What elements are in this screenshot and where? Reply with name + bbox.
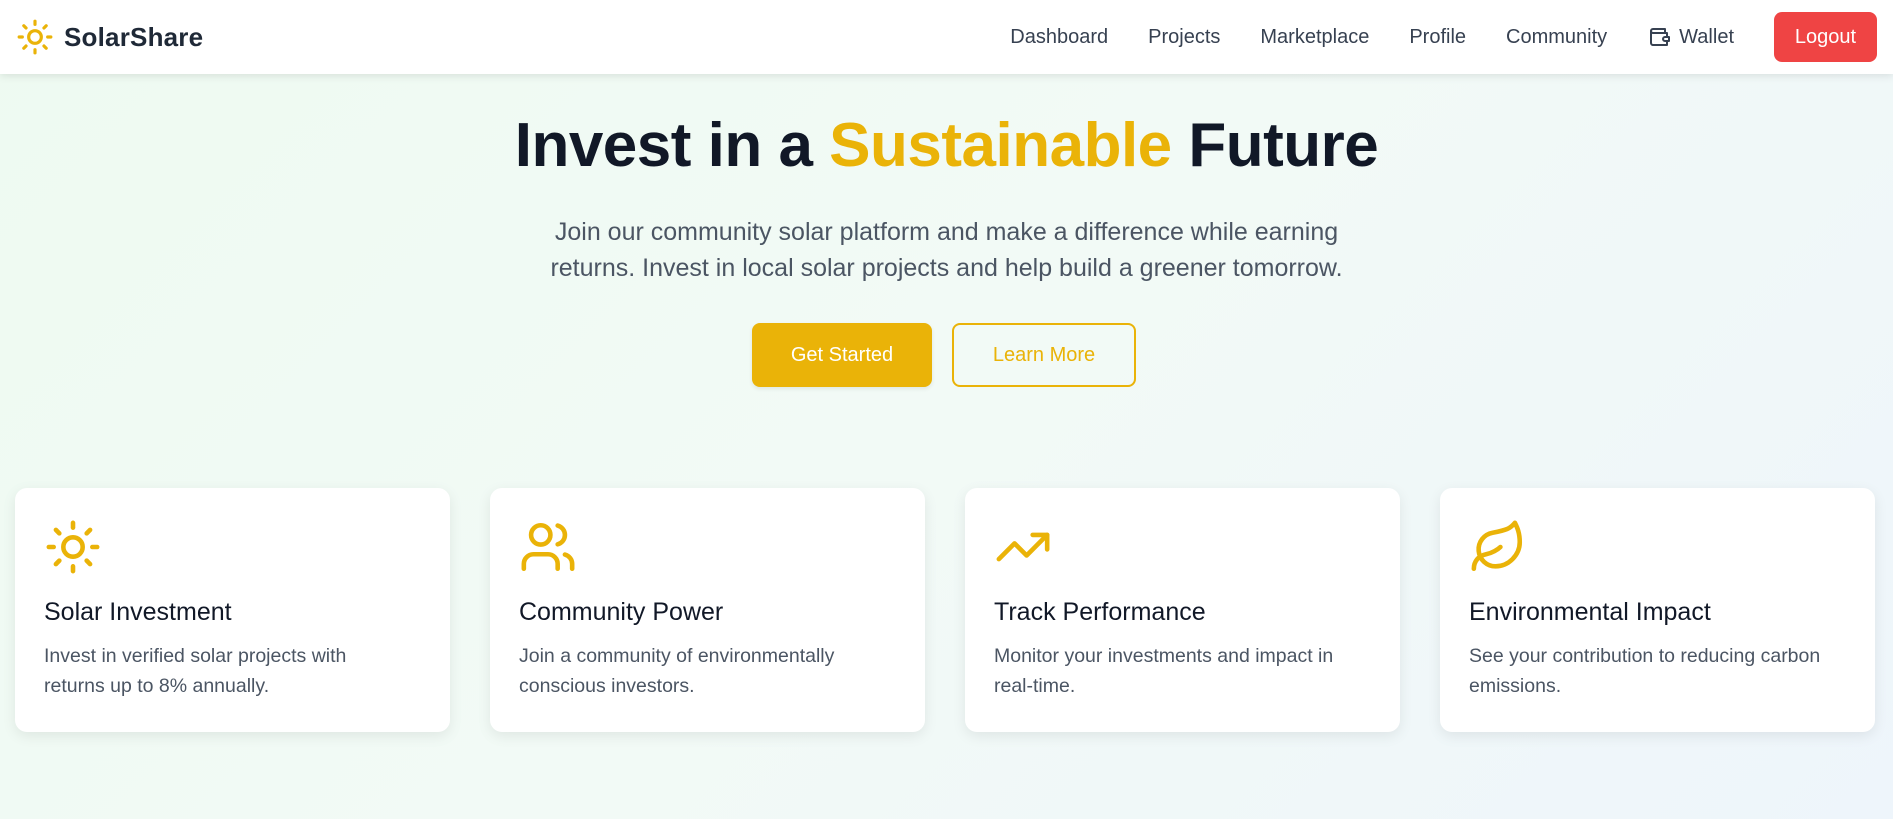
feature-description-line: emissions. [1469,675,1562,697]
hero-title-accent: Sustainable [829,111,1172,180]
feature-card-track-performance: Track Performance Monitor your investmen… [965,488,1400,732]
users-icon [519,518,577,576]
feature-description: Join a community of environmentally cons… [519,641,896,701]
feature-card-community-power: Community Power Join a community of envi… [490,488,925,732]
feature-description-line: real-time. [994,675,1076,697]
feature-description-line: Join a community of environmentally [519,645,835,667]
hero-title-start: Invest in a [514,111,830,180]
feature-description-line: See your contribution to reducing carbon [1469,645,1821,667]
feature-description-line: conscious investors. [519,675,695,697]
feature-title: Community Power [519,598,724,626]
nav-link-profile[interactable]: Profile [1389,0,1486,74]
nav-link-community[interactable]: Community [1486,0,1627,74]
feature-title: Environmental Impact [1469,598,1711,626]
feature-cards: Solar Investment Invest in verified sola… [15,488,1875,732]
feature-description: Monitor your investments and impact in r… [994,641,1371,701]
nav-link-marketplace[interactable]: Marketplace [1240,0,1389,74]
hero-cta-group: Get Started Learn More [752,323,1136,387]
nav-link-wallet-label: Wallet [1679,25,1734,48]
brand[interactable]: SolarShare [16,18,203,56]
nav-link-dashboard[interactable]: Dashboard [990,0,1128,74]
leaf-icon [1469,518,1527,576]
hero-subtitle-line-2: returns. Invest in local solar projects … [550,254,1343,282]
hero-subtitle: Join our community solar platform and ma… [0,214,1893,286]
page: SolarShare Dashboard Projects Marketplac… [0,0,1893,819]
nav-links: Dashboard Projects Marketplace Profile C… [990,0,1877,74]
feature-description-line: returns up to 8% annually. [44,675,270,697]
trending-up-icon [994,518,1052,576]
feature-title: Solar Investment [44,598,232,626]
logout-button[interactable]: Logout [1774,12,1877,62]
feature-description-line: Monitor your investments and impact in [994,645,1334,667]
wallet-icon [1647,25,1671,49]
hero-title: Invest in a Sustainable Future [0,110,1893,181]
feature-title: Track Performance [994,598,1206,626]
feature-description: Invest in verified solar projects with r… [44,641,421,701]
get-started-button[interactable]: Get Started [752,323,932,387]
learn-more-button[interactable]: Learn More [952,323,1136,387]
feature-card-environmental-impact: Environmental Impact See your contributi… [1440,488,1875,732]
hero-subtitle-line-1: Join our community solar platform and ma… [554,218,1339,246]
hero-title-end: Future [1171,111,1379,180]
sun-icon [44,518,102,576]
nav-link-wallet[interactable]: Wallet [1627,0,1754,74]
nav-link-projects[interactable]: Projects [1128,0,1240,74]
top-navbar: SolarShare Dashboard Projects Marketplac… [0,0,1893,74]
sun-icon [16,18,54,56]
feature-description: See your contribution to reducing carbon… [1469,641,1846,701]
feature-description-line: Invest in verified solar projects with [44,645,347,667]
brand-name: SolarShare [64,21,204,52]
feature-card-solar-investment: Solar Investment Invest in verified sola… [15,488,450,732]
